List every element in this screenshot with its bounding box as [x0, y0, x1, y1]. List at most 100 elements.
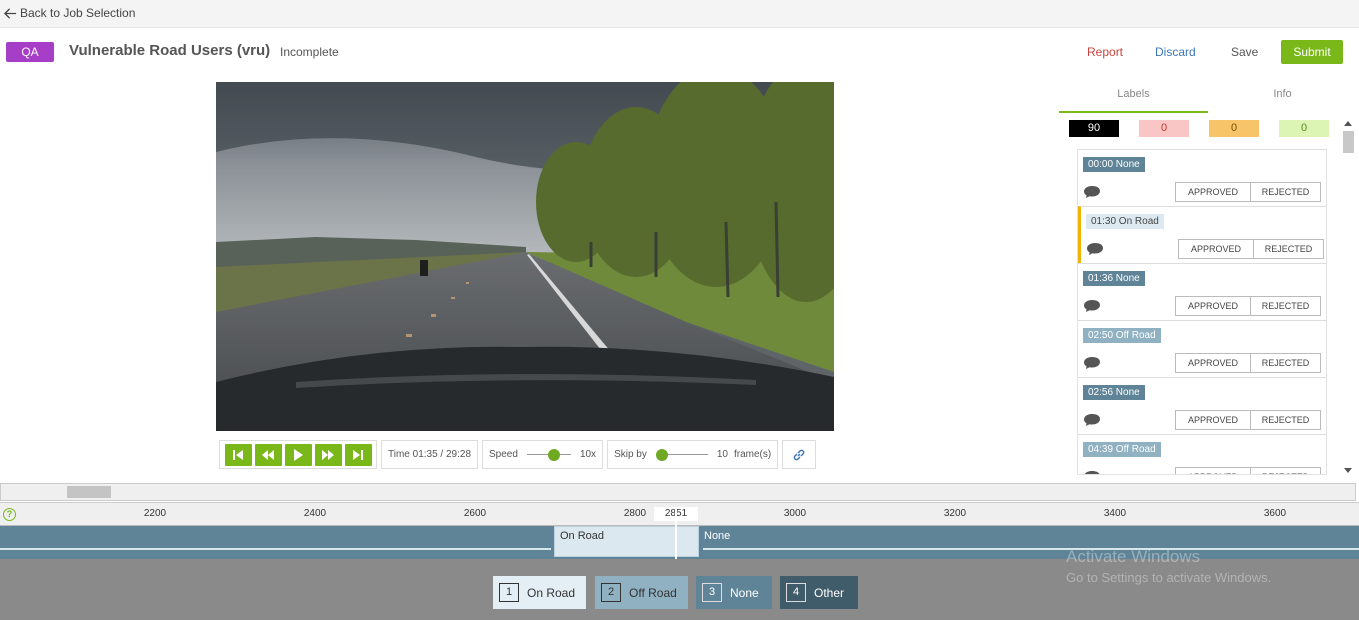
- speed-label: Speed: [489, 449, 518, 460]
- play-button[interactable]: [284, 443, 312, 466]
- top-bar: Back to Job Selection: [0, 0, 1359, 28]
- hotkey-badge: 4: [786, 583, 806, 602]
- label-option-other[interactable]: 4 Other: [780, 576, 858, 609]
- label-tag[interactable]: 01:36 None: [1083, 271, 1145, 286]
- label-list: 00:00 None APPROVED REJECTED 01:30 On Ro…: [1077, 149, 1327, 475]
- tick-label: 3200: [943, 508, 967, 519]
- count-pending: 0: [1209, 120, 1259, 137]
- approve-button[interactable]: APPROVED: [1178, 239, 1254, 259]
- tab-info[interactable]: Info: [1208, 84, 1357, 113]
- back-to-job-selection-link[interactable]: Back to Job Selection: [4, 6, 135, 20]
- hotkey-badge: 2: [601, 583, 621, 602]
- speed-value: 10x: [579, 449, 597, 460]
- segment-label: On Road: [560, 530, 605, 542]
- arrow-left-icon: [4, 7, 17, 19]
- timeline-ruler[interactable]: ? 2200 2400 2600 2800 3000 3200 3400 360…: [0, 502, 1359, 526]
- tick-label: 3600: [1263, 508, 1287, 519]
- time-display: Time 01:35 / 29:28: [381, 440, 479, 469]
- label-option-name: On Road: [527, 585, 576, 600]
- comment-icon[interactable]: [1083, 299, 1101, 313]
- label-option-name: None: [730, 585, 759, 600]
- label-tag[interactable]: 04:39 Off Road: [1083, 442, 1161, 457]
- reject-button[interactable]: REJECTED: [1250, 182, 1321, 202]
- back-link-label: Back to Job Selection: [20, 6, 136, 20]
- label-card[interactable]: 00:00 None APPROVED REJECTED: [1078, 149, 1326, 206]
- discard-button[interactable]: Discard: [1155, 45, 1196, 59]
- video-frame[interactable]: [216, 82, 834, 431]
- count-total: 90: [1069, 120, 1119, 137]
- submit-button[interactable]: Submit: [1281, 40, 1343, 64]
- playback-buttons: [219, 440, 377, 469]
- speed-slider[interactable]: [526, 448, 571, 461]
- timeline-scrollbar-thumb[interactable]: [67, 486, 111, 498]
- label-tag[interactable]: 02:50 Off Road: [1083, 328, 1161, 343]
- link-button[interactable]: [782, 440, 817, 469]
- skip-slider-knob[interactable]: [655, 448, 668, 461]
- segment-label-next: None: [704, 530, 731, 542]
- link-icon: [793, 449, 805, 460]
- scroll-up-icon[interactable]: [1344, 121, 1352, 126]
- label-tag[interactable]: 00:00 None: [1083, 157, 1145, 172]
- skip-slider[interactable]: [655, 448, 708, 461]
- skip-to-start-button[interactable]: [224, 443, 252, 466]
- time-label: Time 01:35 / 29:28: [388, 449, 472, 460]
- label-tag[interactable]: 02:56 None: [1083, 385, 1145, 400]
- label-card[interactable]: 01:36 None APPROVED REJECTED: [1078, 263, 1326, 320]
- label-card[interactable]: 02:50 Off Road APPROVED REJECTED: [1078, 320, 1326, 377]
- skip-to-end-button[interactable]: [344, 443, 372, 466]
- job-title: Vulnerable Road Users (vru): [69, 42, 271, 59]
- scrollbar-thumb[interactable]: [1343, 131, 1354, 153]
- comment-icon[interactable]: [1083, 356, 1101, 370]
- comment-icon[interactable]: [1083, 185, 1101, 199]
- reject-button[interactable]: REJECTED: [1250, 467, 1321, 474]
- tick-label: 3000: [783, 508, 807, 519]
- approve-button[interactable]: APPROVED: [1175, 296, 1251, 316]
- job-status: Incomplete: [280, 45, 339, 59]
- comment-icon[interactable]: [1083, 413, 1101, 427]
- reject-button[interactable]: REJECTED: [1250, 296, 1321, 316]
- scroll-down-icon[interactable]: [1344, 468, 1352, 473]
- play-icon: [294, 448, 303, 461]
- track-segment-current[interactable]: On Road: [554, 526, 699, 557]
- label-list-scrollbar[interactable]: [1340, 119, 1356, 475]
- skip-start-icon: [233, 449, 243, 460]
- skip-control: Skip by 10 frame(s): [607, 440, 779, 469]
- comment-icon[interactable]: [1083, 470, 1101, 475]
- reject-button[interactable]: REJECTED: [1250, 410, 1321, 430]
- reject-button[interactable]: REJECTED: [1250, 353, 1321, 373]
- playhead[interactable]: [675, 508, 677, 559]
- fast-forward-button[interactable]: [314, 443, 342, 466]
- rewind-button[interactable]: [254, 443, 282, 466]
- watermark-subtitle: Go to Settings to activate Windows.: [1066, 570, 1272, 585]
- reject-button[interactable]: REJECTED: [1253, 239, 1324, 259]
- rewind-icon: [262, 449, 274, 460]
- sidebar-tabs: Labels Info: [1059, 84, 1359, 113]
- timeline-scrollbar[interactable]: [0, 483, 1356, 501]
- activate-windows-watermark: Activate Windows Go to Settings to activ…: [1066, 547, 1271, 585]
- label-card[interactable]: 02:56 None APPROVED REJECTED: [1078, 377, 1326, 434]
- label-card[interactable]: 04:39 Off Road APPROVED REJECTED: [1078, 434, 1326, 475]
- label-option-none[interactable]: 3 None: [696, 576, 772, 609]
- approve-button[interactable]: APPROVED: [1175, 353, 1251, 373]
- speed-control: Speed 10x: [482, 440, 604, 469]
- approve-button[interactable]: APPROVED: [1175, 182, 1251, 202]
- tick-label: 3400: [1103, 508, 1127, 519]
- label-option-on-road[interactable]: 1 On Road: [493, 576, 586, 609]
- report-button[interactable]: Report: [1087, 45, 1123, 59]
- tick-label: 2800: [623, 508, 647, 519]
- label-card-current[interactable]: 01:30 On Road APPROVED REJECTED: [1078, 206, 1326, 263]
- approve-button[interactable]: APPROVED: [1175, 410, 1251, 430]
- approve-button[interactable]: APPROVED: [1175, 467, 1251, 474]
- label-tag[interactable]: 01:30 On Road: [1086, 214, 1164, 229]
- speed-slider-knob[interactable]: [547, 448, 560, 461]
- hotkey-badge: 3: [702, 583, 722, 602]
- label-option-name: Other: [814, 585, 845, 600]
- help-icon[interactable]: ?: [3, 508, 16, 521]
- tab-labels[interactable]: Labels: [1059, 84, 1208, 113]
- comment-icon[interactable]: [1086, 242, 1104, 256]
- save-button[interactable]: Save: [1231, 45, 1258, 59]
- label-option-off-road[interactable]: 2 Off Road: [595, 576, 688, 609]
- hotkey-badge: 1: [499, 583, 519, 602]
- skip-label: Skip by: [614, 449, 647, 460]
- tick-label: 2400: [303, 508, 327, 519]
